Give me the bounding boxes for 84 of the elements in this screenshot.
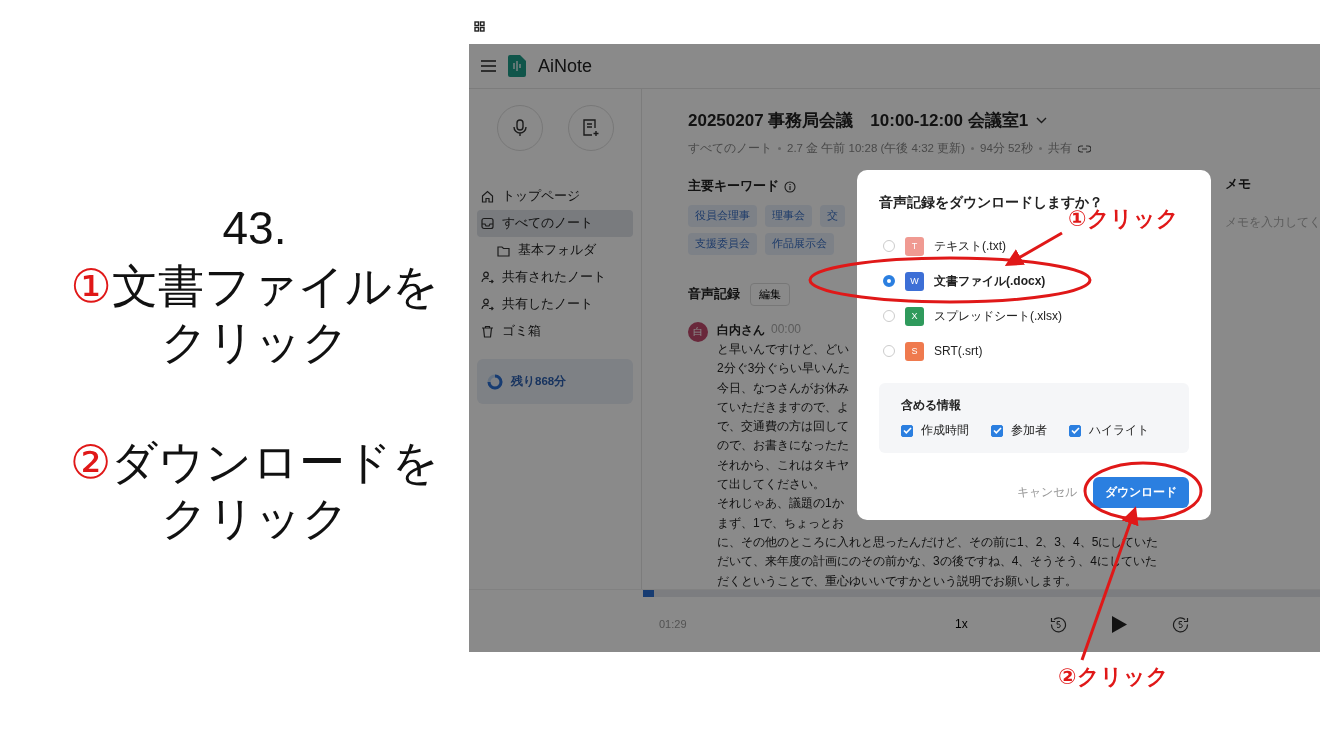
new-note-button[interactable] xyxy=(567,105,614,151)
slide-number: 43. xyxy=(222,201,287,256)
note-title: 20250207 事務局会議 10:00-12:00 会議室1 xyxy=(688,110,1029,132)
sidebar-item[interactable]: 共有されたノート xyxy=(477,264,633,291)
download-button[interactable]: ダウンロード xyxy=(1093,477,1189,508)
user-icon xyxy=(481,271,494,284)
transcript-line: で、交通費の方は回して xyxy=(717,418,849,436)
step-text: 文書ファイルを xyxy=(111,259,439,314)
section-heading: 音声記録 xyxy=(688,286,740,303)
transcript-line: 2分ぐ3分ぐらい早いんた xyxy=(717,360,851,378)
edit-button[interactable]: 編集 xyxy=(750,283,790,306)
speaker-avatar: 白 xyxy=(688,322,708,342)
step-text: クリック xyxy=(160,491,349,546)
note-add-icon xyxy=(582,119,599,137)
transcript-line: ので、お書きになったた xyxy=(717,437,849,455)
cancel-button[interactable]: キャンセル xyxy=(1011,484,1083,501)
sidebar-item[interactable]: ゴミ箱 xyxy=(477,318,633,345)
folder-icon xyxy=(497,244,510,257)
transcript-line: 今日、なつさんがお休み xyxy=(717,379,849,397)
step-marker: ① xyxy=(70,259,112,314)
sidebar-item[interactable]: 基本フォルダ xyxy=(477,237,633,264)
home-icon xyxy=(481,190,494,203)
transcript-line: それじゃあ、議題の1か xyxy=(717,495,844,513)
annotation-arrow xyxy=(1004,231,1063,266)
file-type-badge: X xyxy=(905,306,924,326)
menu-icon[interactable] xyxy=(481,60,496,72)
checkbox[interactable] xyxy=(1069,424,1081,437)
include-checkbox[interactable]: 作成時間 xyxy=(901,422,969,439)
format-option[interactable]: T テキスト(.txt) xyxy=(879,236,1189,256)
play-icon[interactable] xyxy=(1111,615,1127,633)
trash-icon xyxy=(481,325,494,338)
include-heading: 含める情報 xyxy=(901,397,962,414)
format-option[interactable]: W 文書ファイル(.docx) xyxy=(879,271,1189,291)
chevron-down-icon[interactable] xyxy=(1036,117,1048,124)
transcript-line: まず、1で、ちょっとお xyxy=(717,514,844,532)
step-text: クリック xyxy=(160,315,349,370)
keyword-tag[interactable]: 理事会 xyxy=(765,205,812,227)
keyword-tag[interactable]: 作品展示会 xyxy=(765,233,834,255)
file-type-badge: T xyxy=(905,236,924,256)
note-meta: 共有 xyxy=(1047,141,1072,156)
speed-button[interactable]: 1x xyxy=(949,616,974,632)
app-name: AiNote xyxy=(538,55,593,77)
keyword-tag[interactable]: 支援委員会 xyxy=(688,233,757,255)
inbox-icon xyxy=(481,217,494,230)
memo-heading: メモ xyxy=(1225,176,1252,193)
sidebar-item[interactable]: すべてのノート xyxy=(477,210,633,237)
transcript-line: ていただきますので、よ xyxy=(717,398,849,416)
forward-5-icon[interactable] xyxy=(1171,615,1189,633)
sidebar-item[interactable]: トップページ xyxy=(477,183,633,210)
note-meta: 2.7 金 午前 10:28 (午後 4:32 更新) xyxy=(787,141,965,156)
progress-ring-icon xyxy=(487,373,503,390)
checkbox[interactable] xyxy=(901,424,913,437)
remaining-time: 残り868分 xyxy=(511,374,567,389)
transcript-line: て出してください。 xyxy=(717,476,825,494)
transcript-line: それから、これはタキヤ xyxy=(717,456,849,474)
section-heading: 主要キーワード xyxy=(688,178,779,195)
sidebar-item[interactable]: 共有したノート xyxy=(477,291,633,318)
include-checkbox[interactable]: ハイライト xyxy=(1069,422,1149,439)
transcript-line: と早いんですけど、どい xyxy=(717,341,849,358)
speaker-name: 白内さん xyxy=(717,322,765,339)
user-icon xyxy=(481,298,494,311)
keyword-tag[interactable]: 役員会理事 xyxy=(688,205,757,227)
file-type-badge: S xyxy=(905,341,924,361)
annotation-label: ②クリック xyxy=(1058,663,1169,691)
grid-icon[interactable] xyxy=(474,21,485,32)
transcript-line: だくということで、重心ゆいいですかという説明でお願いします。 xyxy=(717,572,1077,590)
step-marker: ② xyxy=(69,435,112,490)
format-option[interactable]: X スプレッドシート(.xlsx) xyxy=(879,306,1189,326)
microphone-icon xyxy=(512,119,527,137)
format-option[interactable]: S SRT(.srt) xyxy=(879,341,1189,361)
include-checkbox[interactable]: 参加者 xyxy=(991,422,1047,439)
checkbox[interactable] xyxy=(991,424,1003,437)
note-meta: 94分 52秒 xyxy=(980,141,1033,156)
record-button[interactable] xyxy=(496,105,543,151)
link-icon[interactable] xyxy=(1077,144,1091,153)
dialog-title: 音声記録をダウンロードしますか？ xyxy=(879,194,1103,210)
file-type-badge: W xyxy=(905,271,924,291)
step-text: ダウンロードを xyxy=(111,435,440,490)
progress-track[interactable] xyxy=(643,590,1320,597)
rewind-5-icon[interactable] xyxy=(1049,615,1067,633)
radio-button[interactable] xyxy=(883,275,895,287)
logo-icon xyxy=(508,55,526,77)
keyword-tag[interactable]: 交 xyxy=(820,205,845,227)
info-icon[interactable] xyxy=(784,180,796,193)
